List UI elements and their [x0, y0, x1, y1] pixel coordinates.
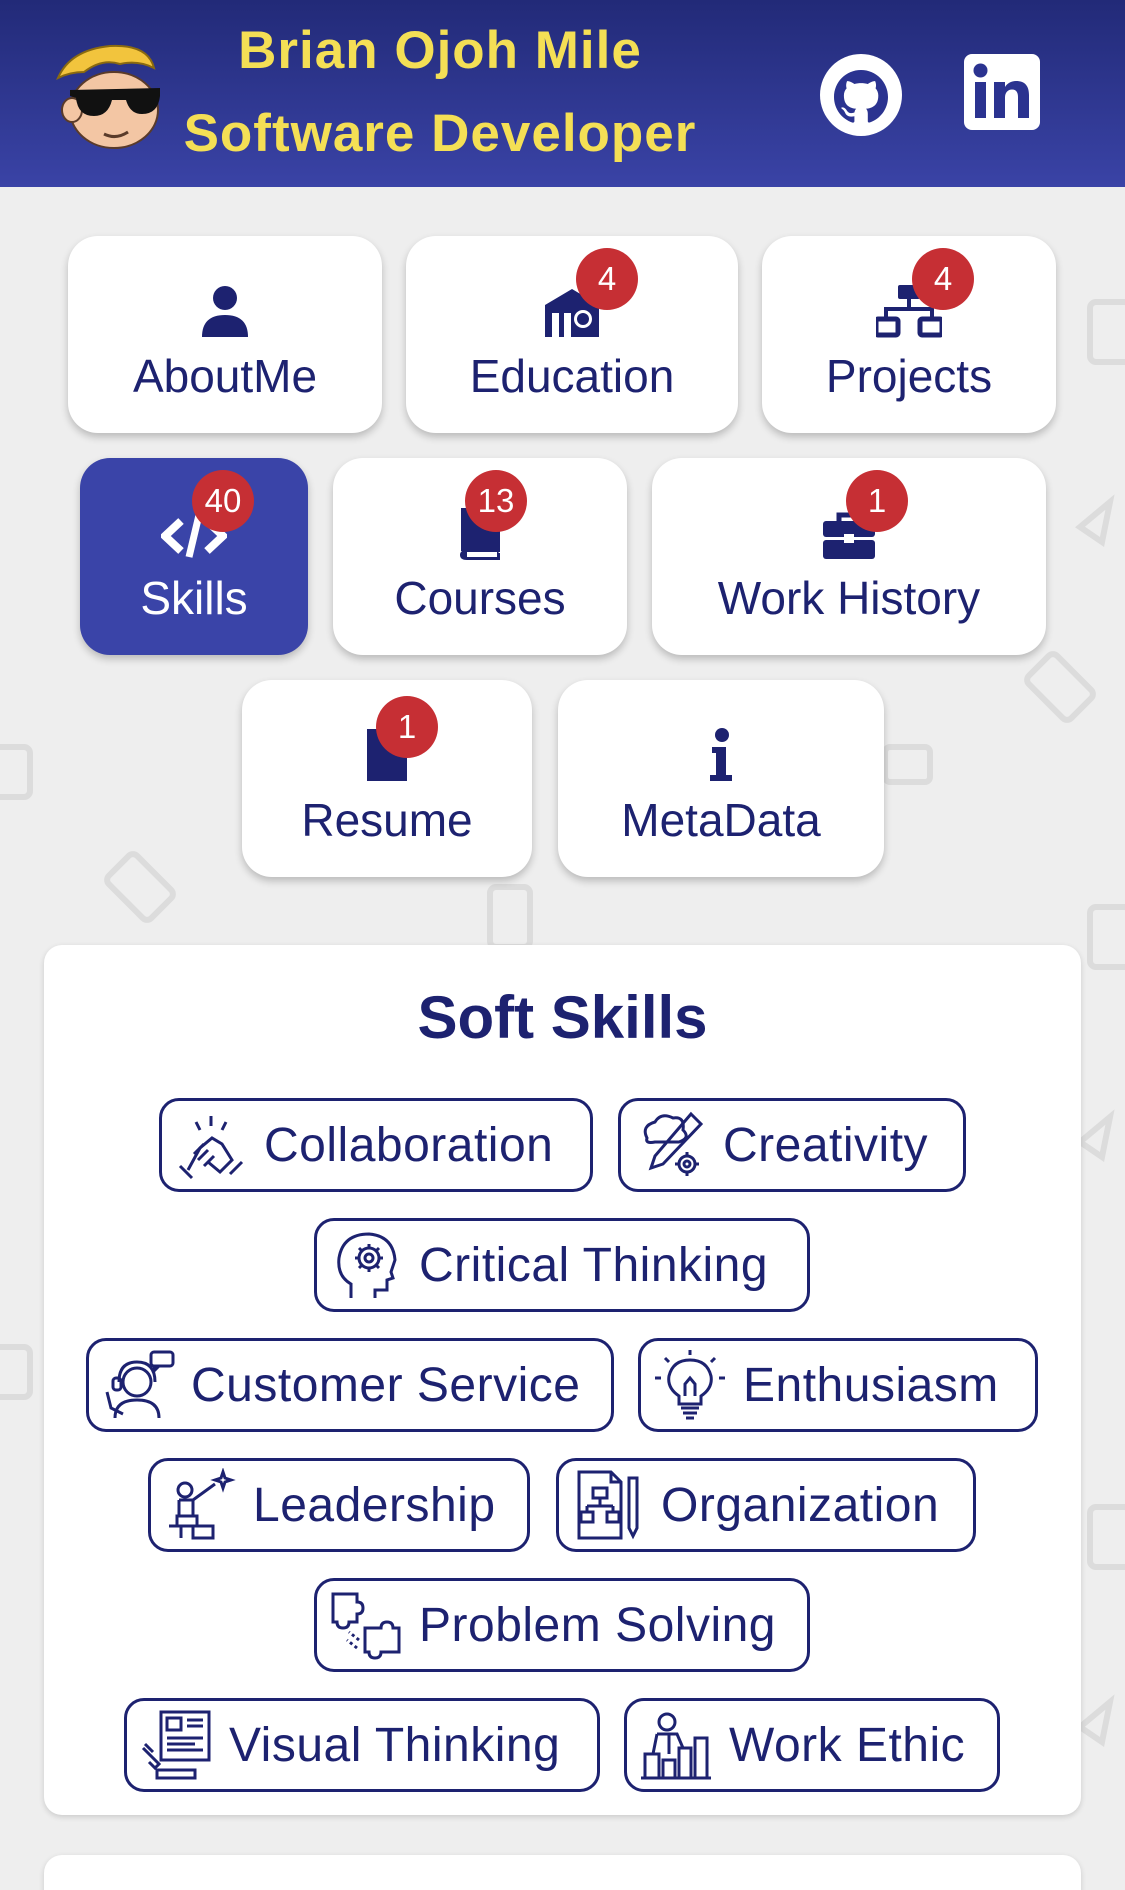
skill-label: Problem Solving: [419, 1598, 776, 1652]
skills-count-badge: 40: [192, 470, 254, 532]
skill-chip-problem-solving[interactable]: Problem Solving: [314, 1578, 810, 1672]
nav-skills-button[interactable]: Skills 40: [80, 458, 308, 655]
skill-label: Creativity: [723, 1118, 929, 1172]
nav-label: MetaData: [621, 794, 821, 846]
card-title: Soft Skills: [417, 984, 708, 1051]
resume-count-badge: 1: [376, 696, 438, 758]
skill-label: Organization: [661, 1478, 940, 1532]
skill-chip-enthusiasm[interactable]: Enthusiasm: [638, 1338, 1038, 1432]
nav-label: Work History: [717, 572, 981, 624]
skill-chip-collaboration[interactable]: Collaboration: [159, 1098, 593, 1192]
nav-projects-button[interactable]: Projects 4: [762, 236, 1056, 433]
nav-label: Projects: [825, 350, 993, 402]
nav-label: Skills: [140, 572, 248, 624]
nav-work-history-button[interactable]: Work History 1: [652, 458, 1046, 655]
user-icon: [202, 286, 248, 337]
leadership-icon: [169, 1468, 236, 1540]
skill-chip-visual-thinking[interactable]: Visual Thinking: [124, 1698, 600, 1792]
skill-chip-work-ethic[interactable]: Work Ethic: [624, 1698, 1000, 1792]
creativity-icon: [643, 1111, 704, 1176]
github-icon[interactable]: [818, 52, 904, 138]
next-card: [44, 1855, 1081, 1890]
education-count-badge: 4: [576, 248, 638, 310]
linkedin-icon[interactable]: [962, 52, 1042, 132]
cartoon-avatar-sunglasses-icon: [50, 38, 170, 150]
nav-label: Education: [469, 350, 675, 402]
visual-thinking-icon: [141, 1710, 211, 1780]
soft-skills-card: Soft Skills Collaboration Creativity Cri…: [44, 945, 1081, 1815]
skill-chip-critical-thinking[interactable]: Critical Thinking: [314, 1218, 810, 1312]
skill-label: Customer Service: [191, 1358, 581, 1412]
nav-label: Resume: [301, 794, 473, 846]
app-header: Brian Ojoh Mile Software Developer: [0, 0, 1125, 187]
nav-label: AboutMe: [132, 350, 318, 402]
organization-icon: [577, 1470, 639, 1540]
skill-label: Leadership: [253, 1478, 496, 1532]
info-icon: [710, 728, 732, 781]
skill-label: Critical Thinking: [419, 1238, 769, 1292]
puzzle-icon: [331, 1592, 401, 1660]
head-gear-icon: [337, 1232, 397, 1298]
handshake-icon: [178, 1116, 244, 1180]
header-name: Brian Ojoh Mile: [238, 21, 642, 80]
courses-count-badge: 13: [465, 470, 527, 532]
nav-aboutme-button[interactable]: AboutMe: [68, 236, 382, 433]
customer-service-icon: [105, 1350, 175, 1419]
skill-chip-creativity[interactable]: Creativity: [618, 1098, 966, 1192]
skill-label: Collaboration: [264, 1118, 554, 1172]
skill-chip-leadership[interactable]: Leadership: [148, 1458, 530, 1552]
lightbulb-icon: [655, 1350, 725, 1420]
skill-label: Work Ethic: [729, 1718, 966, 1772]
nav-resume-button[interactable]: Resume 1: [242, 680, 532, 877]
nav-education-button[interactable]: Education 4: [406, 236, 738, 433]
nav-label: Courses: [394, 572, 566, 624]
header-role: Software Developer: [183, 104, 697, 163]
projects-count-badge: 4: [912, 248, 974, 310]
work-history-count-badge: 1: [846, 470, 908, 532]
skill-chip-organization[interactable]: Organization: [556, 1458, 976, 1552]
nav-courses-button[interactable]: Courses 13: [333, 458, 627, 655]
skill-label: Visual Thinking: [229, 1718, 561, 1772]
work-ethic-icon: [641, 1712, 711, 1780]
skill-chip-customer-service[interactable]: Customer Service: [86, 1338, 614, 1432]
skill-label: Enthusiasm: [743, 1358, 999, 1412]
nav-metadata-button[interactable]: MetaData: [558, 680, 884, 877]
